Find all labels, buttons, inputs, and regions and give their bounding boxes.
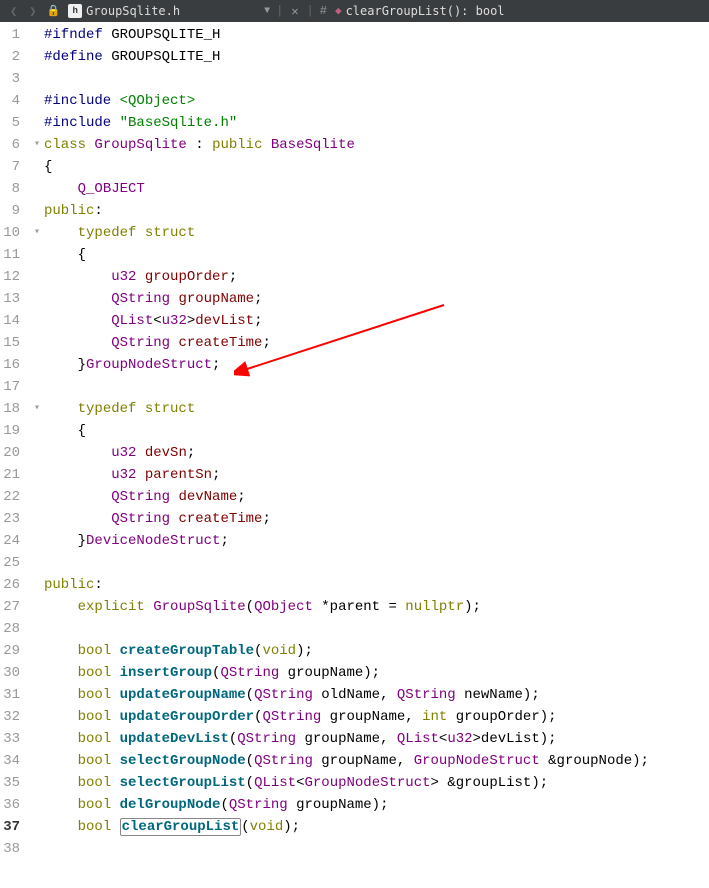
code-line[interactable] bbox=[44, 552, 709, 574]
code-line[interactable]: #include "BaseSqlite.h" bbox=[44, 112, 709, 134]
line-number[interactable]: 24 bbox=[0, 530, 26, 552]
code-line[interactable] bbox=[44, 838, 709, 860]
hash-icon: # bbox=[316, 4, 331, 18]
code-line[interactable]: QString groupName; bbox=[44, 288, 709, 310]
line-number[interactable]: 1 bbox=[0, 24, 26, 46]
line-number[interactable]: 38 bbox=[0, 838, 26, 860]
line-number[interactable]: 6 bbox=[0, 134, 26, 156]
code-line[interactable]: { bbox=[44, 244, 709, 266]
line-number[interactable]: 32 bbox=[0, 706, 26, 728]
line-number[interactable]: 5 bbox=[0, 112, 26, 134]
line-number[interactable]: 23 bbox=[0, 508, 26, 530]
code-area[interactable]: #ifndef GROUPSQLITE_H #define GROUPSQLIT… bbox=[44, 22, 709, 862]
code-line[interactable]: QString createTime; bbox=[44, 332, 709, 354]
code-line[interactable] bbox=[44, 376, 709, 398]
code-line[interactable]: }GroupNodeStruct; bbox=[44, 354, 709, 376]
code-line[interactable]: u32 devSn; bbox=[44, 442, 709, 464]
code-line[interactable]: public: bbox=[44, 574, 709, 596]
code-line[interactable]: Q_OBJECT bbox=[44, 178, 709, 200]
code-line[interactable]: u32 parentSn; bbox=[44, 464, 709, 486]
fold-toggle-icon[interactable]: ▾ bbox=[30, 398, 44, 420]
line-number[interactable]: 2 bbox=[0, 46, 26, 68]
code-line[interactable]: }DeviceNodeStruct; bbox=[44, 530, 709, 552]
nav-back-icon[interactable]: ❮ bbox=[4, 4, 23, 19]
line-number-current[interactable]: 37 bbox=[0, 816, 26, 838]
code-line[interactable]: QList<u32>devList; bbox=[44, 310, 709, 332]
code-line[interactable]: bool updateGroupOrder(QString groupName,… bbox=[44, 706, 709, 728]
line-number[interactable]: 34 bbox=[0, 750, 26, 772]
separator: | bbox=[274, 4, 285, 18]
fold-gutter: ▾ ▾ ▾ bbox=[30, 22, 44, 862]
selected-symbol: clearGroupList bbox=[120, 818, 242, 836]
line-number[interactable]: 4 bbox=[0, 90, 26, 112]
code-line[interactable]: bool updateGroupName(QString oldName, QS… bbox=[44, 684, 709, 706]
code-line[interactable]: QString devName; bbox=[44, 486, 709, 508]
function-icon: ◆ bbox=[331, 4, 346, 18]
separator: | bbox=[305, 4, 316, 18]
lock-icon[interactable]: 🔒 bbox=[42, 4, 64, 18]
line-number[interactable]: 28 bbox=[0, 618, 26, 640]
line-number[interactable]: 20 bbox=[0, 442, 26, 464]
line-number[interactable]: 35 bbox=[0, 772, 26, 794]
line-number[interactable]: 21 bbox=[0, 464, 26, 486]
code-line[interactable]: bool clearGroupList(void); bbox=[44, 816, 709, 838]
line-number[interactable]: 26 bbox=[0, 574, 26, 596]
code-line[interactable]: { bbox=[44, 156, 709, 178]
code-line[interactable]: bool selectGroupList(QList<GroupNodeStru… bbox=[44, 772, 709, 794]
code-line[interactable]: #include <QObject> bbox=[44, 90, 709, 112]
line-number[interactable]: 17 bbox=[0, 376, 26, 398]
code-line[interactable]: { bbox=[44, 420, 709, 442]
code-line[interactable] bbox=[44, 618, 709, 640]
file-dropdown-icon[interactable]: ▼ bbox=[184, 6, 274, 17]
line-number[interactable]: 30 bbox=[0, 662, 26, 684]
code-line[interactable]: bool updateDevList(QString groupName, QL… bbox=[44, 728, 709, 750]
line-number[interactable]: 36 bbox=[0, 794, 26, 816]
line-number[interactable]: 3 bbox=[0, 68, 26, 90]
line-number[interactable]: 16 bbox=[0, 354, 26, 376]
line-number-gutter: 1 2 3 4 5 6 7 8 9 10 11 12 13 14 15 16 1… bbox=[0, 22, 30, 862]
fold-toggle-icon[interactable]: ▾ bbox=[30, 222, 44, 244]
code-line[interactable]: u32 groupOrder; bbox=[44, 266, 709, 288]
code-line[interactable]: public: bbox=[44, 200, 709, 222]
line-number[interactable]: 31 bbox=[0, 684, 26, 706]
line-number[interactable]: 8 bbox=[0, 178, 26, 200]
code-editor[interactable]: 1 2 3 4 5 6 7 8 9 10 11 12 13 14 15 16 1… bbox=[0, 22, 709, 862]
line-number[interactable]: 33 bbox=[0, 728, 26, 750]
line-number[interactable]: 11 bbox=[0, 244, 26, 266]
line-number[interactable]: 10 bbox=[0, 222, 26, 244]
line-number[interactable]: 12 bbox=[0, 266, 26, 288]
file-tab[interactable]: h GroupSqlite.h bbox=[64, 4, 184, 18]
line-number[interactable]: 25 bbox=[0, 552, 26, 574]
line-number[interactable]: 29 bbox=[0, 640, 26, 662]
code-line[interactable]: bool selectGroupNode(QString groupName, … bbox=[44, 750, 709, 772]
fold-toggle-icon[interactable]: ▾ bbox=[30, 134, 44, 156]
code-line[interactable] bbox=[44, 68, 709, 90]
code-line[interactable]: bool delGroupNode(QString groupName); bbox=[44, 794, 709, 816]
code-line[interactable]: #ifndef GROUPSQLITE_H bbox=[44, 24, 709, 46]
function-signature[interactable]: clearGroupList(): bool bbox=[346, 4, 505, 18]
line-number[interactable]: 13 bbox=[0, 288, 26, 310]
code-line[interactable]: typedef struct bbox=[44, 398, 709, 420]
header-file-icon: h bbox=[68, 4, 82, 18]
line-number[interactable]: 22 bbox=[0, 486, 26, 508]
close-icon[interactable]: ✕ bbox=[285, 4, 304, 19]
line-number[interactable]: 18 bbox=[0, 398, 26, 420]
code-line[interactable]: bool insertGroup(QString groupName); bbox=[44, 662, 709, 684]
line-number[interactable]: 9 bbox=[0, 200, 26, 222]
file-name: GroupSqlite.h bbox=[86, 4, 180, 18]
line-number[interactable]: 27 bbox=[0, 596, 26, 618]
code-line[interactable]: class GroupSqlite : public BaseSqlite bbox=[44, 134, 709, 156]
line-number[interactable]: 14 bbox=[0, 310, 26, 332]
code-line[interactable]: #define GROUPSQLITE_H bbox=[44, 46, 709, 68]
editor-toolbar: ❮ ❯ 🔒 h GroupSqlite.h ▼ | ✕ | # ◆ clearG… bbox=[0, 0, 709, 22]
line-number[interactable]: 7 bbox=[0, 156, 26, 178]
code-line[interactable]: bool createGroupTable(void); bbox=[44, 640, 709, 662]
code-line[interactable]: QString createTime; bbox=[44, 508, 709, 530]
code-line[interactable]: typedef struct bbox=[44, 222, 709, 244]
nav-fwd-icon[interactable]: ❯ bbox=[23, 4, 42, 19]
code-line[interactable]: explicit GroupSqlite(QObject *parent = n… bbox=[44, 596, 709, 618]
line-number[interactable]: 15 bbox=[0, 332, 26, 354]
line-number[interactable]: 19 bbox=[0, 420, 26, 442]
